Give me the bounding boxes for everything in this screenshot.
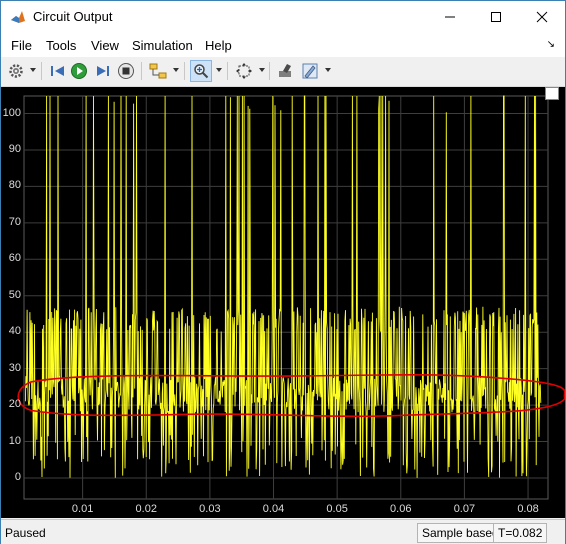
maximize-button[interactable] xyxy=(473,1,519,32)
scope-display[interactable]: 0 10 20 30 40 50 60 70 80 90 100 0.01 0.02 0.03 0.04 0… xyxy=(1,87,565,518)
status-sample-mode: Sample based xyxy=(417,523,504,543)
toolbar xyxy=(1,57,565,87)
chevron-down-icon[interactable] xyxy=(259,68,265,72)
undock-icon[interactable] xyxy=(545,87,559,100)
fit-to-view-icon xyxy=(236,63,252,79)
minimize-button[interactable] xyxy=(427,1,473,32)
toolbar-separator xyxy=(41,62,42,80)
x-tick-label: 0.01 xyxy=(71,503,94,515)
y-tick-label: 30 xyxy=(8,361,21,374)
chevron-down-icon[interactable] xyxy=(30,68,36,72)
toolbar-separator xyxy=(227,62,228,80)
step-forward-icon xyxy=(97,66,109,76)
style-button[interactable] xyxy=(275,60,297,82)
y-tick-label: 70 xyxy=(8,215,21,228)
run-icon xyxy=(71,63,87,79)
y-tick-label: 0 xyxy=(14,471,21,483)
toolbar-separator xyxy=(184,62,185,80)
highlight-icon xyxy=(302,63,318,79)
scope-window: Circuit Output File Tools View Simulatio… xyxy=(0,0,566,544)
minimize-icon xyxy=(445,16,455,17)
y-tick-label: 90 xyxy=(8,142,21,155)
step-back-icon xyxy=(51,66,64,76)
step-back-button[interactable] xyxy=(48,60,68,82)
signal-select-button[interactable] xyxy=(147,60,169,82)
y-tick-label: 60 xyxy=(8,252,21,265)
menu-tools[interactable]: Tools xyxy=(46,38,76,53)
menu-view[interactable]: View xyxy=(91,38,119,53)
x-tick-label: 0.05 xyxy=(326,503,348,515)
maximize-icon xyxy=(491,11,501,22)
y-tick-label: 80 xyxy=(8,179,21,192)
close-icon xyxy=(536,11,548,22)
configuration-button[interactable] xyxy=(6,60,26,82)
y-tick-label: 40 xyxy=(8,325,21,338)
x-tick-label: 0.07 xyxy=(453,503,476,515)
y-tick-label: 50 xyxy=(8,288,21,301)
style-icon xyxy=(279,64,291,77)
step-forward-button[interactable] xyxy=(93,60,113,82)
scope-axes[interactable] xyxy=(1,87,565,518)
chevron-down-icon[interactable] xyxy=(325,68,331,72)
toolbar-separator xyxy=(269,62,270,80)
chevron-down-icon[interactable] xyxy=(216,68,222,72)
menu-file[interactable]: File xyxy=(11,38,32,53)
zoom-icon xyxy=(194,64,209,79)
title-bar: Circuit Output xyxy=(1,1,565,32)
window-title: Circuit Output xyxy=(33,9,113,24)
status-time: T=0.082 xyxy=(493,523,548,543)
stop-icon xyxy=(118,63,134,79)
signal-select-icon xyxy=(149,63,167,79)
menu-simulation[interactable]: Simulation xyxy=(132,38,193,53)
x-tick-label: 0.08 xyxy=(517,503,539,515)
y-tick-label: 100 xyxy=(2,106,21,119)
close-button[interactable] xyxy=(519,1,565,32)
x-tick-label: 0.04 xyxy=(262,503,285,515)
chevron-down-icon[interactable] xyxy=(173,68,179,72)
x-tick-label: 0.06 xyxy=(390,503,412,515)
gear-icon xyxy=(9,64,23,78)
menu-help[interactable]: Help xyxy=(205,38,232,53)
status-bar: Paused Sample based T=0.082 xyxy=(1,519,565,544)
toolbar-separator xyxy=(141,62,142,80)
y-tick-label: 10 xyxy=(8,434,21,447)
stop-button[interactable] xyxy=(116,60,136,82)
zoom-button[interactable] xyxy=(190,60,212,82)
fit-to-view-button[interactable] xyxy=(233,60,255,82)
run-button[interactable] xyxy=(69,60,89,82)
status-state: Paused xyxy=(5,526,46,540)
matlab-logo-icon xyxy=(11,11,25,23)
dock-arrow-icon[interactable]: ↘ xyxy=(547,39,555,50)
x-tick-label: 0.03 xyxy=(199,503,221,515)
menu-bar: File Tools View Simulation Help ↘ xyxy=(1,32,565,57)
y-tick-label: 20 xyxy=(8,398,21,411)
x-tick-label: 0.02 xyxy=(135,503,157,515)
highlight-button[interactable] xyxy=(299,60,321,82)
